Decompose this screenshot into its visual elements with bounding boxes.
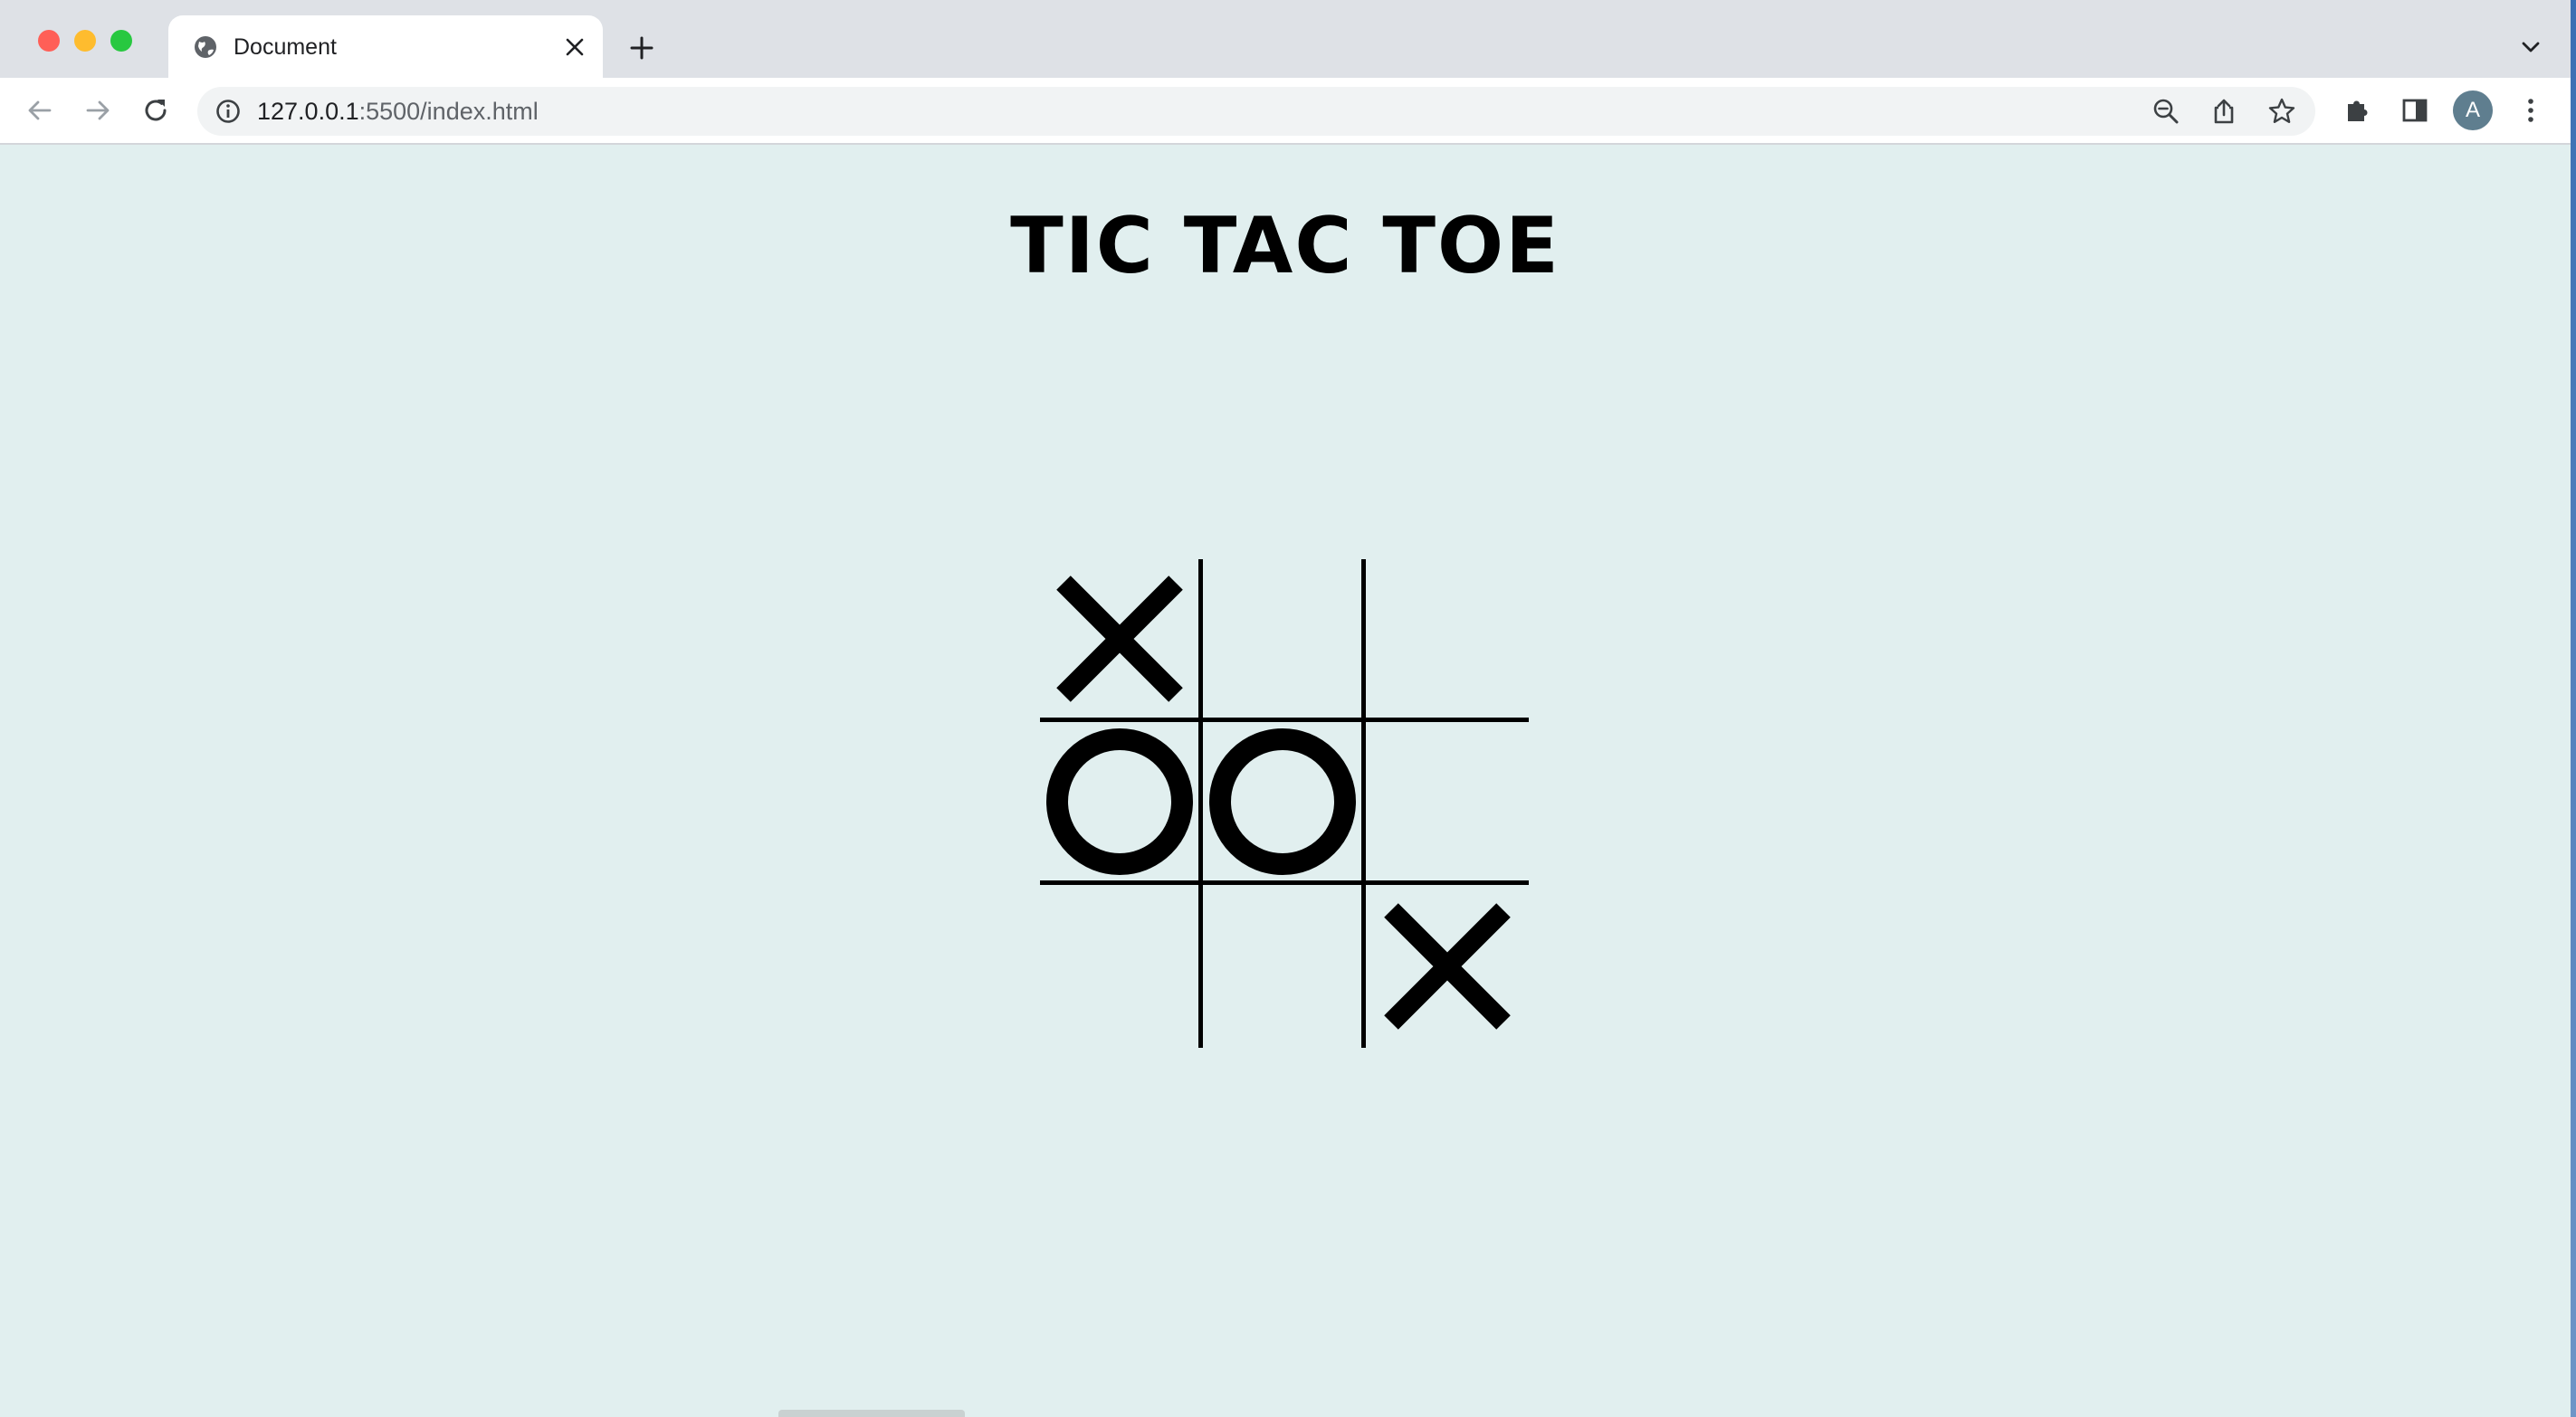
- zoom-out-icon[interactable]: [2151, 96, 2181, 127]
- arrow-right-icon[interactable]: [78, 90, 118, 130]
- share-icon[interactable]: [2209, 96, 2239, 127]
- reload-icon[interactable]: [136, 90, 176, 130]
- minimize-window-button[interactable]: [74, 30, 96, 52]
- url-path: :5500/index.html: [358, 98, 539, 125]
- board-cell-8[interactable]: [1203, 885, 1366, 1048]
- address-bar[interactable]: 127.0.0.1:5500/index.html: [197, 87, 2315, 136]
- url-host: 127.0.0.1: [257, 98, 359, 125]
- plus-icon[interactable]: [625, 31, 659, 65]
- tab-document[interactable]: Document: [168, 15, 603, 78]
- game-board: [1040, 559, 1529, 1048]
- avatar[interactable]: A: [2453, 90, 2493, 130]
- url-text[interactable]: 127.0.0.1:5500/index.html: [257, 98, 539, 125]
- star-icon[interactable]: [2266, 96, 2297, 127]
- page-title: TIC TAC TOE: [1010, 201, 1560, 291]
- board-cell-9[interactable]: [1366, 885, 1529, 1048]
- board-cell-3[interactable]: [1366, 559, 1529, 722]
- desktop-edge: [2571, 0, 2576, 1417]
- board-cell-1[interactable]: [1040, 559, 1203, 722]
- puzzle-icon[interactable]: [2337, 90, 2377, 130]
- arrow-left-icon[interactable]: [20, 90, 60, 130]
- globe-icon: [192, 33, 219, 61]
- maximize-window-button[interactable]: [110, 30, 132, 52]
- board-cell-5[interactable]: [1203, 722, 1366, 885]
- toolbar: 127.0.0.1:5500/index.html A: [0, 78, 2576, 145]
- chevron-down-icon[interactable]: [2513, 29, 2549, 65]
- page-viewport: TIC TAC TOE: [0, 145, 2571, 1417]
- tab-title: Document: [234, 34, 337, 60]
- o-mark: [1045, 728, 1193, 875]
- board-cell-2[interactable]: [1203, 559, 1366, 722]
- close-window-button[interactable]: [38, 30, 60, 52]
- o-mark: [1208, 728, 1356, 875]
- kebab-menu-icon[interactable]: [2511, 90, 2551, 130]
- x-mark: [1384, 903, 1511, 1030]
- board-cell-7[interactable]: [1040, 885, 1203, 1048]
- scroll-indicator: [778, 1410, 965, 1417]
- side-panel-icon[interactable]: [2395, 90, 2435, 130]
- board-cell-4[interactable]: [1040, 722, 1203, 885]
- info-icon[interactable]: [214, 97, 243, 126]
- browser-window: Document 127.0.0.1:5500/index.html A TIC…: [0, 0, 2576, 1417]
- tab-strip: Document: [0, 0, 2576, 78]
- board-cell-6[interactable]: [1366, 722, 1529, 885]
- x-mark: [1055, 575, 1183, 702]
- close-icon[interactable]: [559, 32, 590, 62]
